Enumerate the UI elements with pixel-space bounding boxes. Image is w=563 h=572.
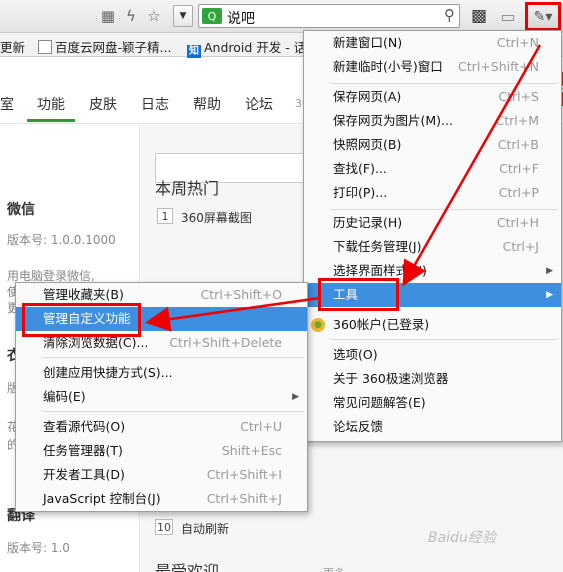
rank-badge: 1 (157, 208, 173, 224)
menu-item-print[interactable]: 打印(P)... Ctrl+P (304, 181, 561, 205)
qr-scan-icon[interactable]: ▩ (469, 6, 489, 26)
menu-item-devtools[interactable]: 开发者工具(D) Ctrl+Shift+I (16, 463, 307, 487)
hot-item-link[interactable]: 360屏幕截图 (181, 209, 252, 226)
menu-separator (42, 411, 304, 412)
rank-badge: 10 (155, 519, 173, 535)
active-tab-indicator (27, 119, 75, 122)
search-input[interactable]: Q 说吧 ⚲ (198, 4, 460, 28)
menu-item-account[interactable]: ● 360帐户(已登录) (304, 313, 561, 337)
extension-title: 微信 (7, 202, 35, 218)
extension-version: 版本号: 1.0.0.1000 (7, 233, 116, 247)
wrench-icon: ✎▾ (533, 8, 553, 25)
menu-item-task-manager[interactable]: 任务管理器(T) Shift+Esc (16, 439, 307, 463)
menu-item-about[interactable]: 关于 360极速浏览器 (304, 367, 561, 391)
menu-item-snapshot[interactable]: 快照网页(B) Ctrl+B (304, 133, 561, 157)
menu-separator (330, 339, 558, 340)
watermark-logo: Baidu经验 (428, 530, 496, 546)
popular-heading: 最受欢迎 (155, 562, 220, 572)
account-icon: ● (311, 318, 325, 332)
wrench-menu-button[interactable]: ✎▾ (525, 2, 561, 31)
menu-item-encoding[interactable]: 编码(E) ▶ (16, 385, 307, 409)
chevron-right-icon: ▶ (292, 392, 299, 402)
menu-separator (330, 209, 558, 210)
lightning-icon[interactable]: ϟ (121, 6, 141, 26)
browser-toolbar: ▦ ϟ ☆ ▼ Q 说吧 ⚲ ▩ ▭ ✎▾ (0, 0, 563, 33)
menu-item-find[interactable]: 查找(F)... Ctrl+F (304, 157, 561, 181)
menu-item-history[interactable]: 历史记录(H) Ctrl+H (304, 211, 561, 235)
menu-item-save-page[interactable]: 保存网页(A) Ctrl+S (304, 85, 561, 109)
menu-item-create-shortcut[interactable]: 创建应用快捷方式(S)... (16, 361, 307, 385)
address-dropdown-button[interactable]: ▼ (173, 5, 193, 27)
menu-item-view-source[interactable]: 查看源代码(O) Ctrl+U (16, 415, 307, 439)
menu-separator (330, 83, 558, 84)
tab-help[interactable]: 帮助 (193, 94, 221, 114)
hot-heading: 本周热门 (155, 179, 220, 198)
search-icon[interactable]: ⚲ (444, 6, 455, 24)
zhihu-icon: 知 (187, 45, 201, 59)
tab-forum[interactable]: 论坛 (245, 94, 273, 114)
menu-item-new-window[interactable]: 新建窗口(N) Ctrl+N (304, 31, 561, 55)
qr-code-icon[interactable]: ▦ (98, 6, 118, 26)
bookmark-item[interactable]: 更新 (0, 37, 25, 56)
annotation-box-manage-extensions (22, 303, 141, 337)
bookmark-item[interactable]: 百度云网盘-颖子精... (38, 37, 171, 56)
menu-item-js-console[interactable]: JavaScript 控制台(J) Ctrl+Shift+J (16, 487, 307, 511)
menu-item-save-as-image[interactable]: 保存网页为图片(M)... Ctrl+M (304, 109, 561, 133)
tab-log[interactable]: 日志 (141, 94, 169, 114)
search-engine-icon[interactable]: Q (202, 8, 222, 24)
tab-features[interactable]: 功能 (37, 94, 65, 114)
search-value: 说吧 (227, 11, 255, 27)
menu-item-forum-feedback[interactable]: 论坛反馈 (304, 415, 561, 439)
hot-item-link[interactable]: 自动刷新 (181, 520, 229, 537)
extension-version: 版本号: 1.0 (7, 541, 70, 555)
main-menu: 新建窗口(N) Ctrl+N 新建临时(小号)窗口 Ctrl+Shift+N 保存网… (303, 30, 562, 442)
chevron-right-icon: ▶ (546, 266, 553, 276)
more-link[interactable]: 更多 (323, 565, 345, 572)
menu-item-downloads[interactable]: 下载任务管理(J) Ctrl+J (304, 235, 561, 259)
chevron-right-icon: ▶ (546, 290, 553, 300)
menu-separator (42, 357, 304, 358)
annotation-box-tools (318, 278, 399, 311)
bookmark-item[interactable]: 知 Android 开发 - 话 (187, 37, 306, 59)
star-icon[interactable]: ☆ (144, 6, 164, 26)
menu-item-new-temp-window[interactable]: 新建临时(小号)窗口 Ctrl+Shift+N (304, 55, 561, 79)
tab-skins[interactable]: 皮肤 (89, 94, 117, 114)
menu-item-faq[interactable]: 常见问题解答(E) (304, 391, 561, 415)
tab-home[interactable]: 室 (0, 94, 14, 114)
inbox-icon[interactable]: ▭ (498, 6, 518, 26)
menu-item-options[interactable]: 选项(O) (304, 343, 561, 367)
file-icon (38, 40, 52, 54)
